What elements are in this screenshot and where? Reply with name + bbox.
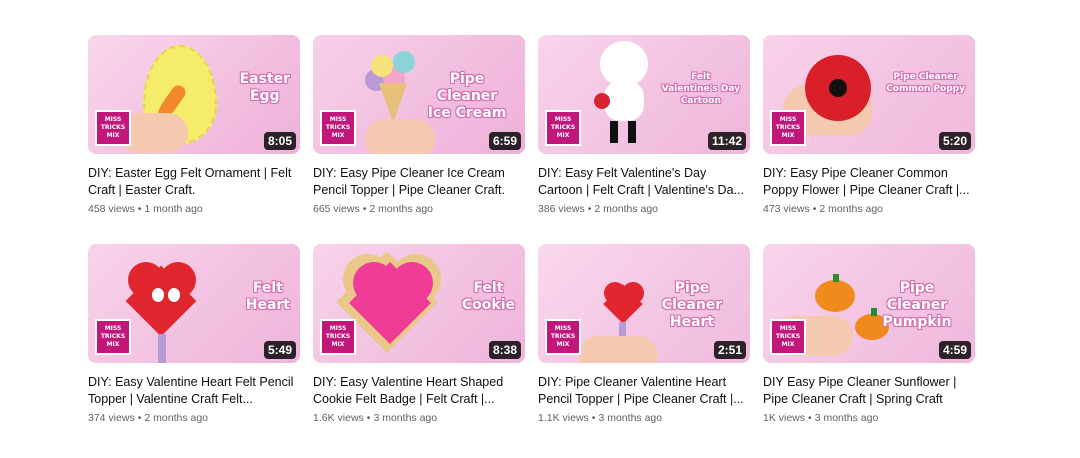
thumbnail-text: Pipe Cleaner Pumpkin: [882, 279, 952, 330]
video-thumbnail[interactable]: Easter Egg MISS TRICKS MIX 8:05: [88, 35, 300, 154]
upload-age: 2 months ago: [369, 203, 434, 215]
video-card[interactable]: Pipe Cleaner Heart MISS TRICKS MIX 2:51 …: [538, 244, 750, 426]
stick-art: [158, 334, 166, 363]
thumbnail-text: Felt Valentine's Day Cartoon: [661, 71, 740, 106]
thumbnail-text: Felt Cookie: [461, 279, 515, 313]
video-card[interactable]: Pipe Cleaner Pumpkin MISS TRICKS MIX 4:5…: [763, 244, 975, 426]
channel-logo: MISS TRICKS MIX: [545, 319, 581, 355]
video-meta: 665 views • 2 months ago: [313, 202, 525, 217]
video-meta: 1.1K views • 3 months ago: [538, 411, 750, 426]
upload-age: 2 months ago: [819, 203, 884, 215]
view-count: 386 views: [538, 203, 585, 215]
channel-logo: MISS TRICKS MIX: [770, 319, 806, 355]
video-meta: 386 views • 2 months ago: [538, 202, 750, 217]
video-title[interactable]: DIY: Easy Pipe Cleaner Ice Cream Pencil …: [313, 165, 525, 199]
eyes-art: [152, 288, 164, 302]
video-title[interactable]: DIY Easy Pipe Cleaner Sunflower | Pipe C…: [763, 374, 975, 408]
view-count: 1K views: [763, 412, 806, 424]
channel-logo: MISS TRICKS MIX: [95, 110, 131, 146]
video-card[interactable]: Pipe Cleaner Common Poppy MISS TRICKS MI…: [763, 35, 975, 217]
duration-badge: 5:49: [263, 341, 296, 359]
thumbnail-text: Pipe Cleaner Heart: [661, 279, 723, 330]
upload-age: 3 months ago: [373, 412, 438, 424]
video-card[interactable]: Felt Heart MISS TRICKS MIX 5:49 DIY: Eas…: [88, 244, 300, 426]
duration-badge: 8:05: [263, 132, 296, 150]
video-thumbnail[interactable]: Pipe Cleaner Common Poppy MISS TRICKS MI…: [763, 35, 975, 154]
channel-logo: MISS TRICKS MIX: [770, 110, 806, 146]
duration-badge: 6:59: [488, 132, 521, 150]
hand-art: [578, 336, 658, 363]
heart-art: [594, 93, 610, 109]
view-count: 458 views: [88, 203, 135, 215]
meta-separator: •: [591, 412, 596, 424]
meta-separator: •: [362, 203, 367, 215]
video-title[interactable]: DIY: Pipe Cleaner Valentine Heart Pencil…: [538, 374, 750, 408]
upload-age: 3 months ago: [814, 412, 879, 424]
meta-separator: •: [808, 412, 812, 424]
thumbnail-text: Felt Heart: [245, 279, 290, 313]
meta-separator: •: [137, 412, 142, 424]
video-thumbnail[interactable]: Pipe Cleaner Ice Cream MISS TRICKS MIX 6…: [313, 35, 525, 154]
channel-logo: MISS TRICKS MIX: [95, 319, 131, 355]
cartoon-body-art: [604, 81, 644, 121]
video-card[interactable]: Pipe Cleaner Ice Cream MISS TRICKS MIX 6…: [313, 35, 525, 217]
upload-age: 2 months ago: [144, 412, 209, 424]
video-card[interactable]: Felt Valentine's Day Cartoon MISS TRICKS…: [538, 35, 750, 217]
video-thumbnail[interactable]: Felt Cookie MISS TRICKS MIX 8:38: [313, 244, 525, 363]
cone-art: [379, 83, 407, 123]
meta-separator: •: [587, 203, 592, 215]
ice-cream-art: [371, 55, 393, 77]
upload-age: 2 months ago: [594, 203, 659, 215]
video-meta: 1K views • 3 months ago: [763, 411, 975, 426]
hand-art: [365, 119, 435, 154]
video-thumbnail[interactable]: Pipe Cleaner Heart MISS TRICKS MIX 2:51: [538, 244, 750, 363]
duration-badge: 4:59: [938, 341, 971, 359]
video-meta: 1.6K views • 3 months ago: [313, 411, 525, 426]
channel-logo: MISS TRICKS MIX: [320, 110, 356, 146]
thumbnail-text: Easter Egg: [239, 70, 290, 104]
duration-badge: 8:38: [488, 341, 521, 359]
duration-badge: 11:42: [707, 132, 746, 150]
thumbnail-text: Pipe Cleaner Ice Cream: [427, 70, 507, 121]
view-count: 1.6K views: [313, 412, 364, 424]
video-thumbnail[interactable]: Felt Valentine's Day Cartoon MISS TRICKS…: [538, 35, 750, 154]
meta-separator: •: [366, 412, 371, 424]
duration-badge: 5:20: [938, 132, 971, 150]
meta-separator: •: [137, 203, 142, 215]
duration-badge: 2:51: [713, 341, 746, 359]
view-count: 1.1K views: [538, 412, 589, 424]
view-count: 473 views: [763, 203, 810, 215]
pumpkin-art: [815, 280, 855, 312]
video-title[interactable]: DIY: Easy Pipe Cleaner Common Poppy Flow…: [763, 165, 975, 199]
upload-age: 3 months ago: [598, 412, 663, 424]
video-meta: 473 views • 2 months ago: [763, 202, 975, 217]
pumpkin-stem-art: [833, 274, 839, 282]
thumbnail-text: Pipe Cleaner Common Poppy: [886, 71, 965, 94]
view-count: 374 views: [88, 412, 135, 424]
video-title[interactable]: DIY: Easy Felt Valentine's Day Cartoon |…: [538, 165, 750, 199]
video-card[interactable]: Felt Cookie MISS TRICKS MIX 8:38 DIY: Ea…: [313, 244, 525, 426]
video-meta: 374 views • 2 months ago: [88, 411, 300, 426]
video-thumbnail[interactable]: Pipe Cleaner Pumpkin MISS TRICKS MIX 4:5…: [763, 244, 975, 363]
video-title[interactable]: DIY: Easy Valentine Heart Shaped Cookie …: [313, 374, 525, 408]
poppy-center-art: [829, 79, 847, 97]
cartoon-legs-art: [610, 121, 618, 143]
meta-separator: •: [812, 203, 817, 215]
video-card[interactable]: Easter Egg MISS TRICKS MIX 8:05 DIY: Eas…: [88, 35, 300, 217]
upload-age: 1 month ago: [144, 203, 203, 215]
video-meta: 458 views • 1 month ago: [88, 202, 300, 217]
view-count: 665 views: [313, 203, 360, 215]
channel-logo: MISS TRICKS MIX: [320, 319, 356, 355]
video-thumbnail[interactable]: Felt Heart MISS TRICKS MIX 5:49: [88, 244, 300, 363]
video-title[interactable]: DIY: Easy Valentine Heart Felt Pencil To…: [88, 374, 300, 408]
video-grid: Easter Egg MISS TRICKS MIX 8:05 DIY: Eas…: [88, 35, 975, 426]
channel-logo: MISS TRICKS MIX: [545, 110, 581, 146]
video-title[interactable]: DIY: Easter Egg Felt Ornament | Felt Cra…: [88, 165, 300, 199]
